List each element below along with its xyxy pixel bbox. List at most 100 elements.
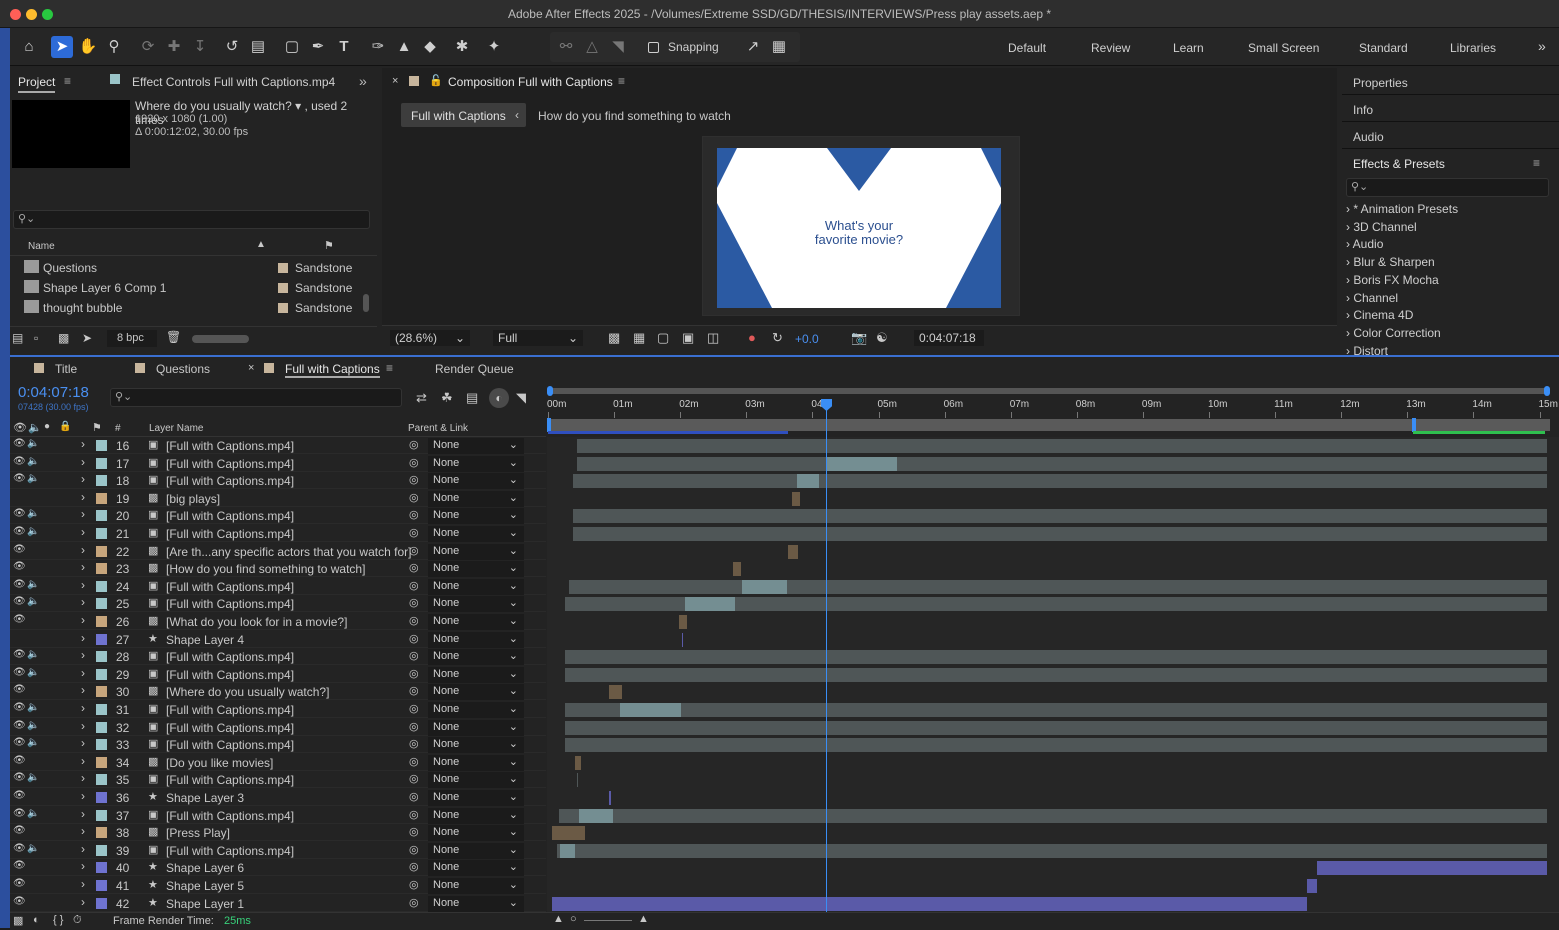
layer-row[interactable]: 👁 › 22 ▩ [Are th...any specific actors that … [10,543,546,560]
layer-row[interactable]: 👁 🔈 › 25 ▣ [Full with Captions.mp4] ◎ None ⌄ [10,595,546,613]
info-panel-tab[interactable]: Info [1353,103,1373,117]
layer-name-column-label[interactable]: Layer Name [149,423,203,434]
layer-name[interactable]: [Full with Captions.mp4] [166,597,294,611]
layer-name[interactable]: [Are th...any specific actors that you w… [166,545,411,559]
video-eye-icon[interactable]: 👁 [13,702,26,713]
layer-row[interactable]: 👁 🔈 › 18 ▣ [Full with Captions.mp4] ◎ None ⌄ [10,472,546,490]
expand-chevron-icon[interactable]: › [81,877,85,891]
pick-whip-icon[interactable]: ◎ [409,843,419,856]
parent-dropdown[interactable]: None ⌄ [428,860,524,877]
mask-visibility-icon[interactable]: ▢ [657,330,669,346]
lock-icon[interactable]: 🔓 [429,74,443,87]
region-of-interest-icon[interactable]: ▣ [682,330,694,346]
expand-chevron-icon[interactable]: › [81,666,85,680]
expand-chevron-icon[interactable]: › [81,824,85,838]
layer-duration-bar[interactable] [565,738,1547,753]
expand-chevron-icon[interactable]: › [81,437,85,451]
workspace-overflow-icon[interactable]: » [1538,38,1546,54]
layer-duration-bar[interactable] [573,509,1547,524]
layer-name[interactable]: [Do you like movies] [166,756,273,770]
tab-effect-controls[interactable]: Effect Controls Full with Captions.mp4 [132,75,335,101]
axis-world-icon[interactable]: △ [581,36,603,58]
layer-duration-bar[interactable] [565,703,1547,717]
workspace-learn[interactable]: Learn [1173,41,1204,55]
video-eye-icon[interactable]: 👁 [13,473,26,484]
layer-active-segment[interactable] [560,843,575,858]
video-eye-icon[interactable]: 👁 [13,843,26,854]
layer-row[interactable]: 👁 🔈 › 28 ▣ [Full with Captions.mp4] ◎ None ⌄ [10,648,546,666]
number-column-label[interactable]: # [115,423,121,434]
project-menu-icon[interactable]: ≡ [64,74,71,88]
layer-duration-bar[interactable] [577,456,1547,471]
layer-label-swatch[interactable] [96,809,107,821]
orbit-tool-icon[interactable]: ⟳ [137,36,159,58]
breadcrumb-next[interactable]: How do you find something to watch [538,109,731,123]
layer-label-swatch[interactable] [96,580,107,592]
expand-chevron-icon[interactable]: › [81,895,85,909]
effect-category[interactable]: › Color Correction [1346,326,1441,340]
effect-category[interactable]: › Audio [1346,237,1383,251]
layer-duration-bar[interactable] [788,544,798,559]
layer-name[interactable]: [Press Play] [166,826,230,840]
color-channels-icon[interactable]: ● [748,330,756,345]
parent-dropdown[interactable]: None ⌄ [428,455,524,472]
layer-name[interactable]: [Where do you usually watch?] [166,685,329,699]
parent-dropdown[interactable]: None ⌄ [428,772,524,789]
layer-row[interactable]: 👁 🔈 › 17 ▣ [Full with Captions.mp4] ◎ None ⌄ [10,455,546,472]
video-eye-icon[interactable]: 👁 [13,720,26,731]
parent-link-column-label[interactable]: Parent & Link [408,423,468,434]
audio-speaker-icon[interactable]: 🔈 [27,649,39,660]
show-snapshot-icon[interactable]: ☯ [876,330,888,346]
pick-whip-icon[interactable]: ◎ [409,878,419,891]
zoom-out-icon[interactable]: ▲ [553,913,564,925]
pan-tool-icon[interactable]: ✚ [163,36,185,58]
audio-speaker-icon[interactable]: 🔈 [27,843,39,854]
graph-editor-icon[interactable]: ◥ [516,390,526,406]
layer-name[interactable]: Shape Layer 3 [166,791,244,805]
comp-menu-icon[interactable]: ≡ [618,74,625,88]
workspace-standard[interactable]: Standard [1359,41,1408,55]
video-eye-icon[interactable]: 👁 [13,544,26,555]
layer-label-swatch[interactable] [96,492,107,504]
layer-duration-bar[interactable] [609,685,622,700]
parent-dropdown[interactable]: None ⌄ [428,807,524,824]
parent-dropdown[interactable]: None ⌄ [428,878,524,894]
parent-dropdown[interactable]: None ⌄ [428,561,524,578]
tab-composition[interactable]: Composition Full with Captions [448,75,613,101]
layer-label-swatch[interactable] [96,704,107,715]
layer-label-swatch[interactable] [96,528,107,539]
exposure-value[interactable]: +0.0 [795,332,819,346]
parent-dropdown[interactable]: None ⌄ [428,702,524,718]
layer-row[interactable]: 👁 › 40 ★ Shape Layer 6 ◎ None ⌄ [10,859,546,877]
layer-name[interactable]: [Full with Captions.mp4] [166,738,294,752]
layer-row[interactable]: 👁 🔈 › 33 ▣ [Full with Captions.mp4] ◎ None ⌄ [10,736,546,754]
audio-speaker-icon[interactable]: 🔈 [27,772,39,783]
layer-label-swatch[interactable] [96,862,107,874]
delete-icon[interactable]: 🗑 [166,330,181,344]
expand-chevron-icon[interactable]: › [81,455,85,469]
parent-dropdown[interactable]: None ⌄ [428,649,524,666]
label-column-icon[interactable]: ⚑ [92,421,102,434]
expand-chevron-icon[interactable]: › [81,736,85,750]
parent-dropdown[interactable]: None ⌄ [428,438,524,454]
video-eye-icon[interactable]: 👁 [13,896,26,907]
pick-whip-icon[interactable]: ◎ [409,579,419,592]
parent-dropdown[interactable]: None ⌄ [428,490,524,507]
axis-local-icon[interactable]: ⚯ [555,36,577,58]
parent-dropdown[interactable]: None ⌄ [428,666,524,683]
expand-chevron-icon[interactable]: › [81,472,85,486]
expand-chevron-icon[interactable]: › [81,754,85,768]
clone-stamp-tool-icon[interactable]: ▲ [393,36,415,58]
video-eye-icon[interactable]: 👁 [13,878,26,889]
tab-project[interactable]: Project [18,75,56,93]
workspace-default[interactable]: Default [1008,41,1046,55]
layer-row[interactable]: 👁 🔈 › 35 ▣ [Full with Captions.mp4] ◎ None ⌄ [10,771,546,789]
parent-dropdown[interactable]: None ⌄ [428,737,524,754]
selection-tool-icon[interactable]: ➤ [51,36,73,58]
pick-whip-icon[interactable]: ◎ [409,667,419,680]
layer-label-swatch[interactable] [96,457,107,469]
hand-tool-icon[interactable]: ✋ [77,36,99,58]
layer-duration-bar[interactable] [565,720,1547,735]
label-column-icon[interactable]: ⚑ [324,239,334,252]
audio-speaker-icon[interactable]: 🔈 [27,667,39,678]
